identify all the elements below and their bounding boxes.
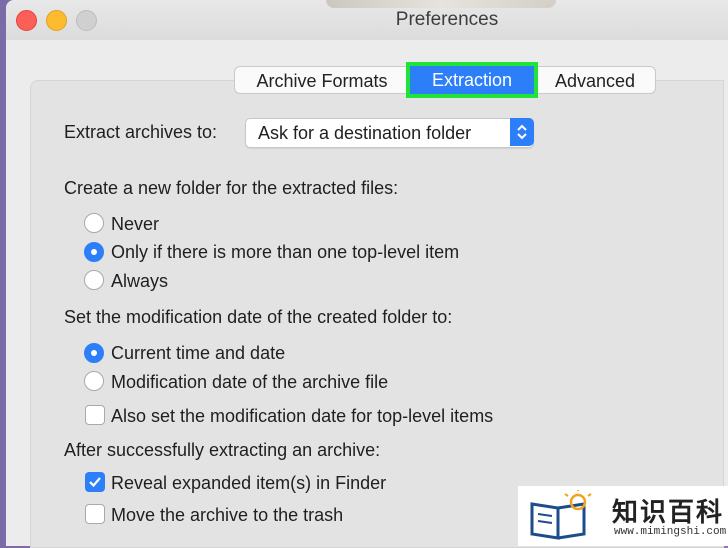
archive-date-radio[interactable] — [84, 371, 104, 391]
new-folder-heading: Create a new folder for the extracted fi… — [64, 178, 399, 198]
chevron-up-down-icon — [510, 118, 534, 146]
move-to-trash-label: Move the archive to the trash — [111, 505, 344, 525]
archive-date-label: Modification date of the archive file — [111, 372, 389, 392]
only-if-multiple-label: Only if there is more than one top-level… — [111, 242, 460, 262]
after-extract-heading: After successfully extracting an archive… — [64, 440, 381, 460]
current-time-label: Current time and date — [111, 343, 286, 363]
background-photo-edge — [326, 0, 556, 8]
never-label: Never — [111, 214, 160, 234]
title-bar: Preferences — [6, 0, 728, 40]
tab-advanced[interactable]: Advanced — [534, 66, 656, 94]
also-set-date-label: Also set the modification date for top-l… — [111, 406, 494, 426]
always-radio[interactable] — [84, 270, 104, 290]
never-radio[interactable] — [84, 213, 104, 233]
always-label: Always — [111, 271, 169, 291]
book-lightbulb-icon — [530, 490, 592, 540]
move-to-trash-checkbox[interactable] — [85, 504, 105, 524]
extract-destination-value: Ask for a destination folder — [258, 123, 472, 143]
reveal-in-finder-label: Reveal expanded item(s) in Finder — [111, 473, 387, 493]
tab-bar: Archive Formats Extraction Advanced — [234, 62, 656, 98]
watermark: 知识百科 www.mimingshi.com — [518, 486, 728, 546]
also-set-date-checkbox[interactable] — [85, 405, 105, 425]
tab-extraction[interactable]: Extraction — [406, 62, 538, 98]
mod-date-heading: Set the modification date of the created… — [64, 307, 453, 327]
window-title: Preferences — [395, 9, 499, 30]
watermark-url: www.mimingshi.com — [614, 526, 727, 538]
current-time-radio[interactable] — [84, 343, 104, 363]
extract-destination-select[interactable]: Ask for a destination folder — [245, 118, 534, 148]
reveal-in-finder-checkbox[interactable] — [85, 472, 105, 492]
extract-to-label: Extract archives to: — [64, 122, 218, 142]
tab-archive-formats[interactable]: Archive Formats — [234, 66, 410, 94]
only-if-multiple-radio[interactable] — [84, 242, 104, 262]
checkmark-icon — [89, 477, 101, 488]
watermark-text: 知识百科 — [612, 497, 725, 527]
